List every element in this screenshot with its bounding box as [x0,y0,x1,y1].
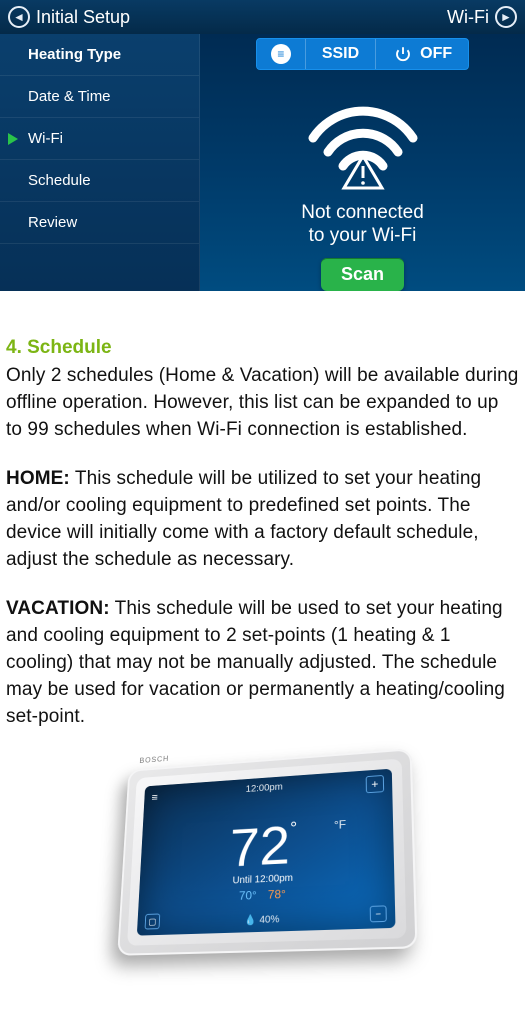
temp-down-button[interactable]: − [369,905,386,922]
cool-setpoint: 70° [238,888,256,902]
scan-button[interactable]: Scan [321,258,404,291]
sidebar-item-label: Wi-Fi [28,130,63,147]
heat-setpoint: 78° [267,887,285,902]
para-label: VACATION: [6,598,110,619]
temp-value: 72 [228,814,289,878]
wifi-pill-ssid[interactable]: SSID [306,39,376,69]
degree-symbol: ° [290,818,297,838]
para-label: HOME: [6,468,70,489]
thermostat-screen: ≡ 12:00pm + 72° °F Until 12:00pm 70° 78°… [136,768,395,935]
sidebar-item-label: Review [28,214,77,231]
sidebar-item-heating-type[interactable]: Heating Type [0,34,199,76]
sidebar-item-date-time[interactable]: Date & Time [0,76,199,118]
document-body: 4. Schedule Only 2 schedules (Home & Vac… [0,291,525,953]
para-text: This schedule will be utilized to set yo… [6,468,481,570]
paragraph: VACATION: This schedule will be used to … [6,596,519,731]
wifi-setup-screenshot: ◄ Initial Setup Wi-Fi ► Heating Type Dat… [0,0,525,291]
status-line: to your Wi-Fi [301,224,424,248]
forward-arrow-icon[interactable]: ► [495,6,517,28]
sidebar-item-label: Date & Time [28,88,111,105]
power-icon [392,43,414,65]
paragraph: HOME: This schedule will be utilized to … [6,466,519,574]
pill-label: OFF [420,45,452,63]
wifi-pillbar: ≡ SSID OFF [256,38,469,70]
topbar-title-left: Initial Setup [36,7,130,28]
section-heading: 4. Schedule [6,337,519,359]
back-arrow-icon[interactable]: ◄ [8,6,30,28]
pill-label: SSID [322,45,359,63]
main-panel: ≡ SSID OFF [200,34,525,291]
paragraph: Only 2 schedules (Home & Vacation) will … [6,363,519,444]
temp-up-button[interactable]: + [365,775,383,793]
sidebar-item-label: Heating Type [28,46,121,63]
topbar: ◄ Initial Setup Wi-Fi ► [0,0,525,34]
sidebar-item-label: Schedule [28,172,91,189]
sidebar-item-wifi[interactable]: Wi-Fi [0,118,199,160]
thermostat-illustration: BOSCH ≡ 12:00pm + 72° °F Until 12:00pm 7… [6,753,519,953]
humidity-value: 40% [259,914,279,926]
sidebar-item-schedule[interactable]: Schedule [0,160,199,202]
status-line: Not connected [301,201,424,225]
setup-sidebar: Heating Type Date & Time Wi-Fi Schedule … [0,34,200,291]
network-icon: ≡ [271,44,291,64]
sidebar-item-review[interactable]: Review [0,202,199,244]
wifi-status-text: Not connected to your Wi-Fi [301,201,424,249]
wifi-pill-off[interactable]: OFF [376,39,468,69]
humidity: 💧 40% [137,910,395,930]
wifi-warning-icon [298,94,428,195]
topbar-title-right: Wi-Fi [447,7,489,28]
wifi-pill-icon[interactable]: ≡ [257,39,306,69]
temp-unit: °F [333,817,345,831]
brand-label: BOSCH [139,754,169,764]
